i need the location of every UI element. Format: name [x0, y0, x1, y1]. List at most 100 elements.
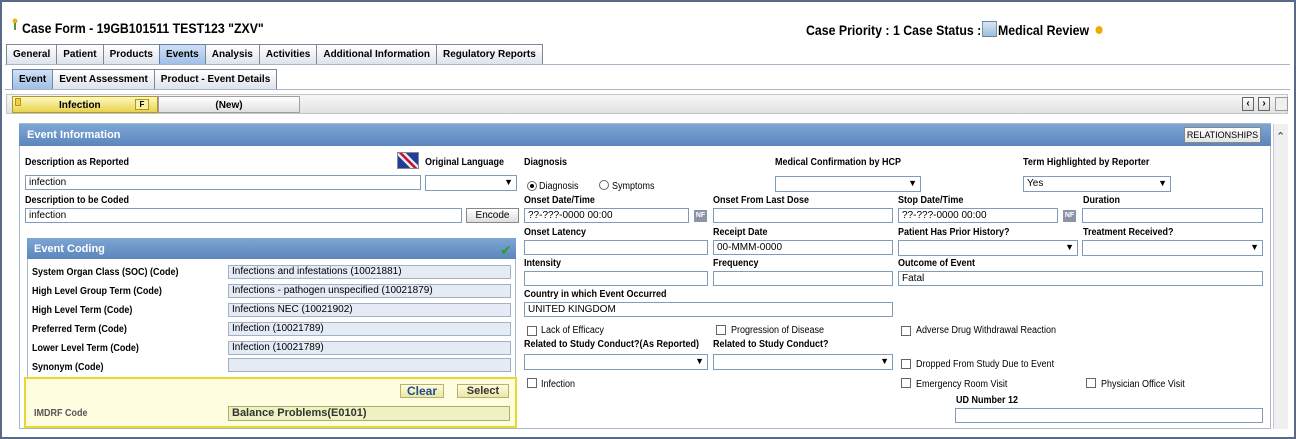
- ud-number-12-label: UD Number 12: [956, 395, 1019, 406]
- subtab-event-assessment[interactable]: Event Assessment: [52, 69, 155, 90]
- coding-value-llt: Infection (10021789): [228, 341, 511, 355]
- country-input[interactable]: UNITED KINGDOM: [524, 302, 893, 317]
- tab-general[interactable]: General: [6, 44, 58, 65]
- diagnosis-radio[interactable]: [527, 181, 537, 191]
- nf-button[interactable]: NF: [694, 210, 707, 222]
- chevron-down-icon: ▼: [1250, 242, 1259, 252]
- progression-checkbox[interactable]: [716, 325, 726, 335]
- onset-latency-label: Onset Latency: [524, 227, 587, 238]
- desc-coded-label: Description to be Coded: [25, 195, 130, 206]
- lack-efficacy-checkbox[interactable]: [527, 326, 537, 336]
- related-select[interactable]: ▼: [713, 354, 893, 370]
- treatment-received-label: Treatment Received?: [1083, 227, 1174, 238]
- treatment-received-select[interactable]: ▼: [1082, 240, 1263, 256]
- term-highlighted-label: Term Highlighted by Reporter: [1023, 157, 1150, 168]
- clear-button[interactable]: Clear: [400, 384, 444, 398]
- tab-events[interactable]: Events: [158, 44, 206, 65]
- related-reported-select[interactable]: ▼: [524, 354, 708, 370]
- onset-latency-input[interactable]: [524, 240, 708, 255]
- term-highlighted-select[interactable]: Yes ▼: [1023, 176, 1171, 192]
- select-button[interactable]: Select: [457, 384, 509, 398]
- chevron-down-icon: ▼: [504, 177, 513, 187]
- chevron-down-icon: ▼: [880, 356, 889, 366]
- event-tab-badge: F: [135, 99, 149, 110]
- physician-visit-checkbox[interactable]: [1086, 378, 1096, 388]
- dropped-label: Dropped From Study Due to Event: [916, 359, 1055, 370]
- er-visit-checkbox[interactable]: [901, 378, 911, 388]
- main-tab-bar: General Patient Products Events Analysis…: [6, 44, 543, 65]
- case-icon: [12, 18, 18, 30]
- subtab-product-event-details[interactable]: Product - Event Details: [153, 69, 278, 90]
- event-coding-title: Event Coding: [27, 238, 516, 259]
- check-icon: ✔: [500, 242, 512, 258]
- nf-button[interactable]: NF: [1063, 210, 1076, 222]
- status-dot-icon: [1095, 26, 1103, 34]
- onset-datetime-label: Onset Date/Time: [524, 195, 595, 206]
- medical-confirmation-select[interactable]: ▼: [775, 176, 921, 192]
- tab-products[interactable]: Products: [102, 44, 160, 65]
- diagnosis-label: Diagnosis: [524, 157, 568, 168]
- infection-checkbox[interactable]: [527, 378, 537, 388]
- stop-datetime-input[interactable]: ??-???-0000 00:00: [898, 208, 1058, 223]
- tab-scroll-icon[interactable]: [1275, 97, 1288, 111]
- progression-label: Progression of Disease: [731, 325, 825, 336]
- receipt-date-input[interactable]: 00-MMM-0000: [713, 240, 893, 255]
- symptoms-radio[interactable]: [599, 180, 609, 190]
- relationships-button[interactable]: RELATIONSHIPS: [1184, 127, 1261, 143]
- symptoms-radio-label: Symptoms: [612, 181, 655, 192]
- ud-number-12-input[interactable]: [955, 408, 1263, 423]
- er-visit-label: Emergency Room Visit: [916, 379, 1008, 390]
- scroll-up-icon[interactable]: ⌃: [1276, 130, 1285, 143]
- onset-from-last-dose-input[interactable]: [713, 208, 893, 223]
- tab-activities[interactable]: Activities: [258, 44, 318, 65]
- chevron-down-icon: ▼: [1065, 242, 1074, 252]
- coding-label-synonym: Synonym (Code): [32, 362, 104, 373]
- desc-reported-label: Description as Reported: [25, 157, 130, 168]
- coding-value-pt: Infection (10021789): [228, 322, 511, 336]
- page-title: Case Form - 19GB101511 TEST123 "ZXV": [22, 20, 264, 36]
- tab-additional-information[interactable]: Additional Information: [316, 44, 437, 65]
- coding-label-llt: Lower Level Term (Code): [32, 343, 139, 354]
- dropped-checkbox[interactable]: [901, 359, 911, 369]
- event-tab-new[interactable]: (New): [158, 96, 300, 113]
- adverse-withdrawal-checkbox[interactable]: [901, 326, 911, 336]
- coding-label-pt: Preferred Term (Code): [32, 324, 127, 335]
- tab-patient[interactable]: Patient: [56, 44, 104, 65]
- desc-reported-input[interactable]: infection: [25, 175, 421, 190]
- intensity-input[interactable]: [524, 271, 708, 286]
- onset-from-last-dose-label: Onset From Last Dose: [713, 195, 810, 206]
- subtab-event[interactable]: Event: [12, 69, 54, 90]
- duration-label: Duration: [1083, 195, 1120, 206]
- frequency-input[interactable]: [713, 271, 893, 286]
- prior-history-select[interactable]: ▼: [898, 240, 1078, 256]
- vertical-scrollbar[interactable]: ⌃: [1273, 124, 1288, 429]
- outcome-input[interactable]: Fatal: [898, 271, 1263, 286]
- onset-datetime-input[interactable]: ??-???-0000 00:00: [524, 208, 689, 223]
- title-bar: Case Form - 19GB101511 TEST123 "ZXV" Cas…: [6, 16, 1286, 38]
- divider: [5, 89, 1290, 90]
- next-arrow-icon[interactable]: ›: [1258, 97, 1270, 111]
- adverse-withdrawal-label: Adverse Drug Withdrawal Reaction: [916, 325, 1057, 336]
- coding-value-hlgt: Infections - pathogen unspecified (10021…: [228, 284, 511, 298]
- tab-analysis[interactable]: Analysis: [204, 44, 260, 65]
- panel-title: Event Information: [19, 124, 1271, 146]
- chevron-down-icon: ▼: [908, 178, 917, 188]
- coding-value-synonym: [228, 358, 511, 372]
- prev-arrow-icon[interactable]: ‹: [1242, 97, 1254, 111]
- chevron-down-icon: ▼: [695, 356, 704, 366]
- priority-status-label: Case Priority : 1 Case Status :: [806, 22, 982, 38]
- duration-input[interactable]: [1082, 208, 1263, 223]
- frequency-label: Frequency: [713, 258, 759, 269]
- event-tab-label: Infection: [59, 100, 101, 111]
- original-language-select[interactable]: ▼: [425, 175, 517, 191]
- divider: [5, 64, 1290, 65]
- encode-button[interactable]: Encode: [466, 208, 519, 223]
- case-priority-status: Case Priority : 1 Case Status : Medical R…: [806, 21, 1103, 38]
- desc-coded-input[interactable]: infection: [25, 208, 462, 223]
- tab-regulatory-reports[interactable]: Regulatory Reports: [436, 44, 543, 65]
- sub-tab-bar: Event Event Assessment Product - Event D…: [12, 69, 278, 90]
- diagnosis-radio-label: Diagnosis: [539, 181, 579, 192]
- chevron-down-icon: ▼: [1158, 178, 1167, 188]
- event-tab-infection[interactable]: Infection F: [12, 96, 158, 113]
- receipt-date-label: Receipt Date: [713, 227, 768, 238]
